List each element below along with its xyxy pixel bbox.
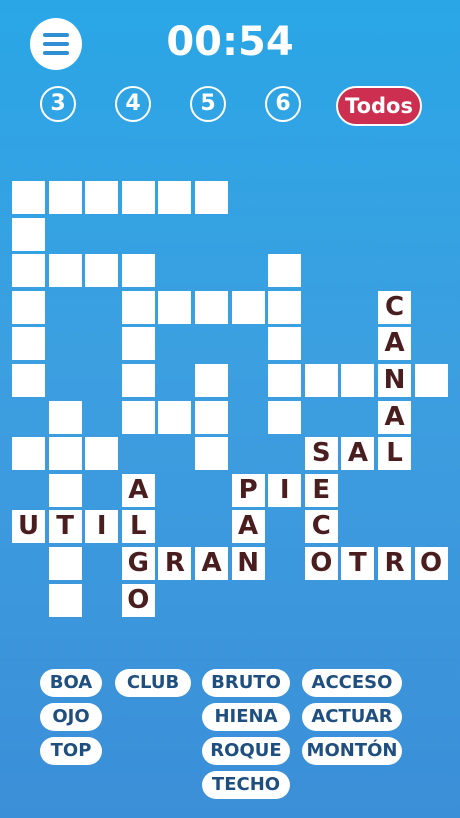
grid-cell-empty[interactable] — [85, 254, 119, 288]
grid-cell-empty[interactable] — [12, 364, 45, 397]
grid-cell-empty[interactable] — [268, 400, 302, 434]
grid-cell-empty[interactable] — [341, 364, 375, 397]
grid-cell-empty[interactable] — [85, 181, 119, 214]
grid-cell-letter[interactable]: A — [195, 547, 228, 580]
grid-cell-letter[interactable]: L — [121, 510, 155, 544]
grid-cell-empty[interactable] — [48, 181, 82, 214]
timer: 00:54 — [166, 19, 294, 65]
grid-cell-letter[interactable]: P — [231, 473, 265, 507]
grid-cell-empty[interactable] — [268, 364, 302, 397]
word-chip: BRUTO — [202, 669, 290, 697]
grid-cell-empty[interactable] — [48, 583, 82, 617]
grid-cell-empty[interactable] — [12, 254, 45, 288]
grid-cell-empty[interactable] — [158, 290, 192, 324]
word-chip: OJO — [40, 703, 102, 731]
grid-cell-letter[interactable]: N — [231, 547, 265, 580]
grid-cell-letter[interactable]: I — [85, 510, 119, 544]
grid-cell-letter[interactable]: L — [378, 437, 411, 471]
grid-cell-letter[interactable]: A — [341, 437, 375, 471]
grid-cell-letter[interactable]: N — [378, 364, 411, 397]
grid-cell-letter[interactable]: O — [304, 547, 338, 580]
grid-cell-letter[interactable]: A — [378, 400, 411, 434]
grid-cell-empty[interactable] — [85, 437, 119, 471]
level-filter-5[interactable]: 5 — [190, 86, 226, 122]
level-filter-all[interactable]: Todos — [336, 86, 422, 126]
grid-cell-letter[interactable]: I — [268, 473, 302, 507]
grid-cell-letter[interactable]: R — [158, 547, 192, 580]
grid-cell-letter[interactable]: T — [48, 510, 82, 544]
hamburger-icon-line — [43, 42, 69, 46]
word-chip: MONTÓN — [302, 737, 402, 765]
grid-cell-empty[interactable] — [121, 254, 155, 288]
grid-cell-letter[interactable]: A — [378, 327, 411, 361]
grid-cell-empty[interactable] — [12, 181, 45, 214]
grid-cell-empty[interactable] — [48, 547, 82, 580]
hamburger-icon-line — [43, 51, 69, 55]
grid-cell-letter[interactable]: O — [414, 547, 448, 580]
grid-cell-empty[interactable] — [48, 400, 82, 434]
grid-cell-empty[interactable] — [195, 290, 228, 324]
word-chip: ACTUAR — [302, 703, 402, 731]
level-filter-4[interactable]: 4 — [115, 86, 151, 122]
word-chip: BOA — [40, 669, 102, 697]
word-chip: CLUB — [115, 669, 191, 697]
grid-cell-empty[interactable] — [195, 181, 228, 214]
grid-cell-empty[interactable] — [121, 290, 155, 324]
grid-cell-empty[interactable] — [48, 473, 82, 507]
word-chip: ACCESO — [302, 669, 402, 697]
grid-cell-empty[interactable] — [12, 290, 45, 324]
grid-cell-empty[interactable] — [414, 364, 448, 397]
word-chip: TOP — [40, 737, 102, 765]
grid-cell-letter[interactable]: E — [304, 473, 338, 507]
grid-cell-letter[interactable]: T — [341, 547, 375, 580]
grid-cell-letter[interactable]: R — [378, 547, 411, 580]
grid-cell-letter[interactable]: S — [304, 437, 338, 471]
grid-cell-letter[interactable]: C — [304, 510, 338, 544]
grid-cell-empty[interactable] — [268, 327, 302, 361]
grid-cell-letter[interactable]: A — [121, 473, 155, 507]
grid-cell-empty[interactable] — [195, 437, 228, 471]
grid-cell-letter[interactable]: G — [121, 547, 155, 580]
grid-cell-empty[interactable] — [268, 254, 302, 288]
grid-cell-empty[interactable] — [121, 400, 155, 434]
grid-cell-empty[interactable] — [304, 364, 338, 397]
grid-cell-letter[interactable]: A — [231, 510, 265, 544]
hamburger-icon-line — [43, 33, 69, 37]
grid-cell-empty[interactable] — [158, 181, 192, 214]
grid-cell-letter[interactable]: C — [378, 290, 411, 324]
grid-cell-empty[interactable] — [12, 217, 45, 251]
grid-cell-empty[interactable] — [121, 327, 155, 361]
grid-cell-empty[interactable] — [48, 254, 82, 288]
grid-cell-empty[interactable] — [12, 327, 45, 361]
menu-button[interactable] — [30, 18, 82, 70]
grid-cell-empty[interactable] — [12, 437, 45, 471]
level-filter-6[interactable]: 6 — [265, 86, 301, 122]
grid-cell-empty[interactable] — [158, 400, 192, 434]
grid-cell-empty[interactable] — [121, 181, 155, 214]
word-chip: HIENA — [202, 703, 290, 731]
grid-cell-empty[interactable] — [195, 400, 228, 434]
grid-cell-empty[interactable] — [195, 364, 228, 397]
grid-cell-empty[interactable] — [48, 437, 82, 471]
level-filter-3[interactable]: 3 — [40, 86, 76, 122]
word-chip: ROQUE — [202, 737, 290, 765]
grid-cell-empty[interactable] — [268, 290, 302, 324]
grid-cell-empty[interactable] — [121, 364, 155, 397]
word-chip: TECHO — [202, 771, 290, 799]
grid-cell-empty[interactable] — [231, 290, 265, 324]
grid-cell-letter[interactable]: U — [12, 510, 45, 544]
grid-cell-letter[interactable]: O — [121, 583, 155, 617]
